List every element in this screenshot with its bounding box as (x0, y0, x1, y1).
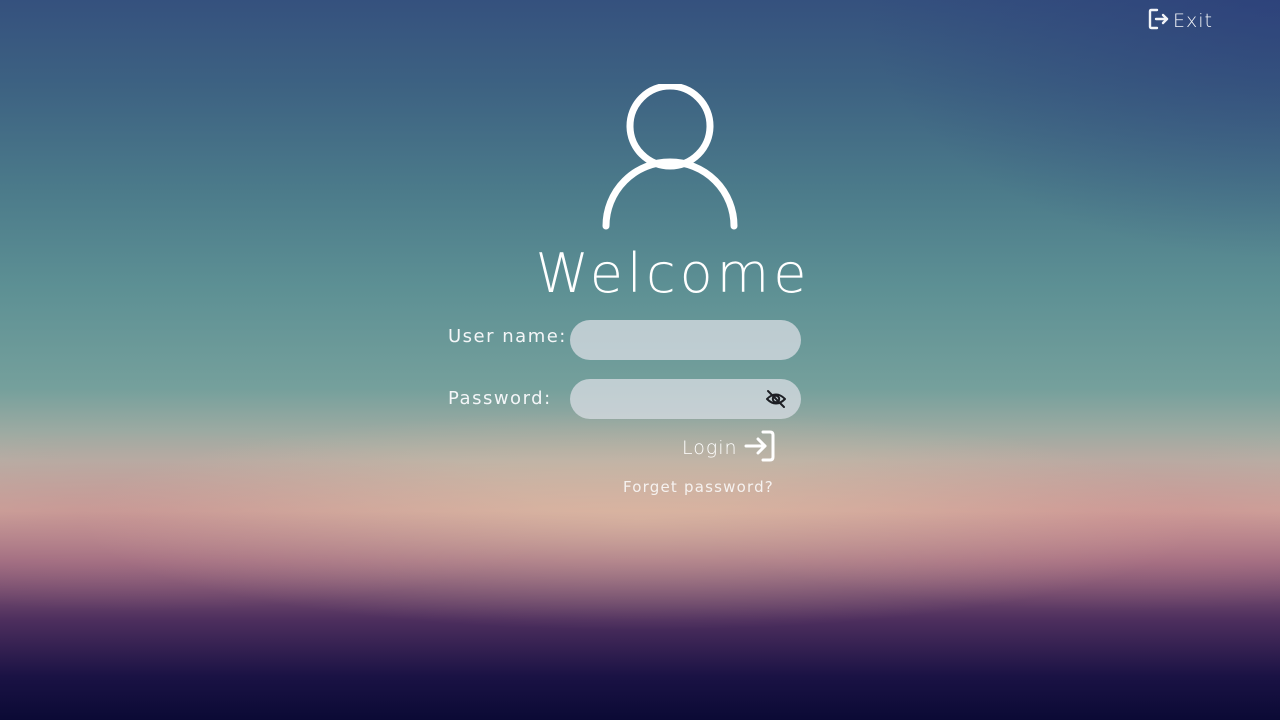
logout-icon (1148, 7, 1170, 35)
eye-slash-icon[interactable] (764, 387, 788, 411)
background-shade (860, 0, 1280, 260)
exit-label: Exit (1173, 10, 1213, 32)
login-icon (743, 429, 777, 467)
username-label: User name: (448, 326, 567, 347)
page-title: Welcome (535, 242, 811, 305)
login-button[interactable]: Login (682, 430, 777, 466)
user-icon (598, 82, 742, 236)
password-label: Password: (448, 388, 552, 409)
exit-button[interactable]: Exit (1148, 8, 1213, 34)
forget-password-link[interactable]: Forget password? (623, 478, 774, 496)
login-label: Login (682, 437, 738, 459)
username-input[interactable] (570, 320, 801, 360)
